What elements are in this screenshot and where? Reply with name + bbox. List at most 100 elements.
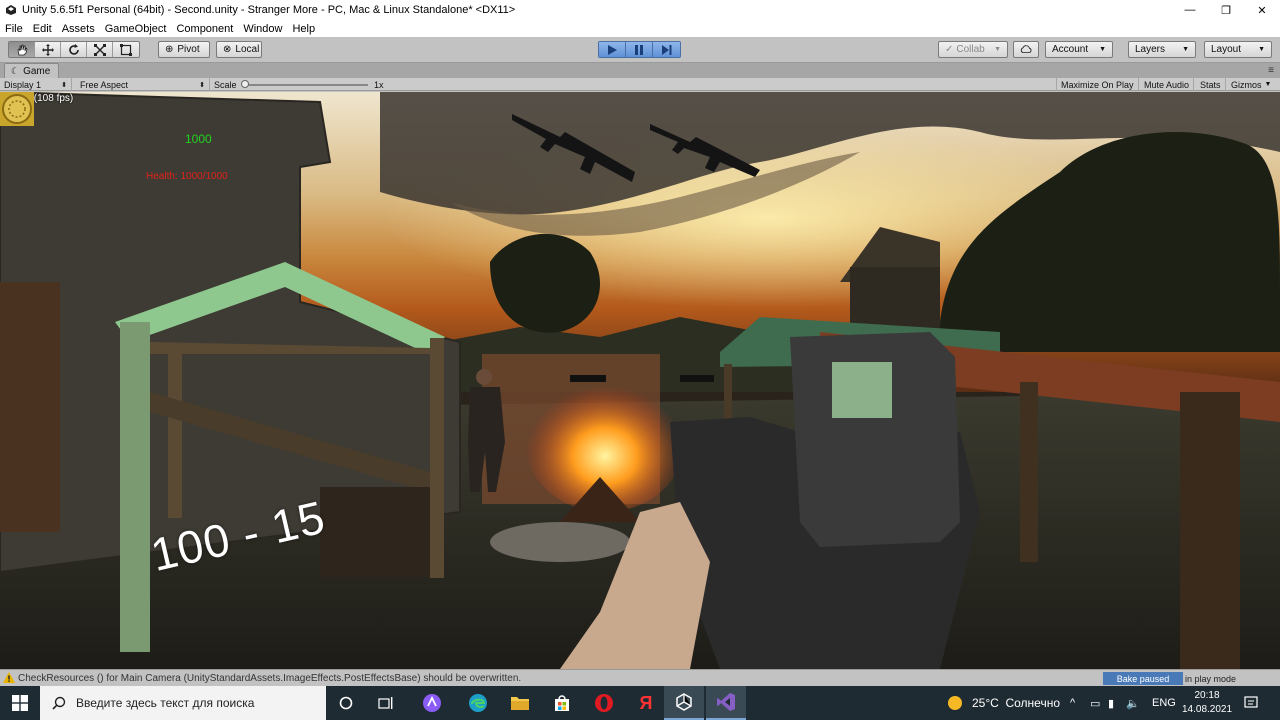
start-button[interactable] [0,686,40,720]
taskbar-app-opera[interactable] [584,686,624,720]
tray-volume[interactable]: 🔈 [1126,686,1140,720]
step-button[interactable] [653,42,680,57]
taskbar-clock[interactable]: 20:18 14.08.2021 [1182,689,1232,717]
left-stall-post [120,322,150,652]
tab-menu-icon[interactable]: ≡ [1268,65,1274,76]
taskbar-app-explorer[interactable] [500,686,540,720]
sun-icon [948,696,962,710]
console-status-bar[interactable]: CheckResources () for Main Camera (Unity… [0,669,1280,686]
clock-date: 14.08.2021 [1182,704,1233,715]
play-button[interactable] [599,42,626,57]
tray-battery[interactable]: ▮ [1108,686,1114,720]
task-view-button[interactable] [326,686,366,720]
scale-value: 1x [374,79,384,90]
gizmos-dropdown[interactable]: Gizmos ▼ [1227,78,1275,91]
gizmos-label: Gizmos [1231,79,1262,90]
pause-button[interactable] [626,42,653,57]
check-icon: ✓ [945,44,954,55]
transform-tools [8,41,140,58]
globe-icon: ⊗ [223,44,232,55]
move-icon [41,43,54,56]
cortana-icon [339,696,353,710]
stats-toggle[interactable]: Stats [1196,78,1226,91]
weather-widget[interactable]: 25°C Солнечно [946,686,1060,720]
bake-status-suffix: in play mode [1185,673,1237,684]
close-button[interactable]: ✕ [1244,0,1280,20]
layers-dropdown[interactable]: Layers ▼ [1128,41,1196,58]
speaker-icon: 🔈 [1126,697,1140,710]
task-view-icon-button[interactable] [366,686,406,720]
menu-gameobject[interactable]: GameObject [105,23,167,35]
folder-icon [511,697,529,710]
pivot-label: Pivot [177,44,200,55]
store-bag-icon [555,695,569,711]
mute-audio-toggle[interactable]: Mute Audio [1140,78,1195,91]
pivot-icon: ⊕ [165,44,174,55]
chevron-up-icon: ^ [1070,697,1076,709]
wooden-door [0,282,60,532]
local-toggle[interactable]: ⊗ Local [216,41,262,58]
menu-file[interactable]: File [5,23,23,35]
unity-logo-icon [6,5,16,15]
aim-marker-1 [570,375,606,382]
clock-time: 20:18 [1194,690,1220,701]
sight-glass [832,362,892,418]
chevron-down-icon: ▼ [1264,81,1272,88]
language-indicator[interactable]: ENG [1152,686,1176,720]
unity-icon [676,693,692,711]
task-view-icon [378,697,393,709]
taskbar-app-yandex[interactable]: Я [626,686,666,720]
taskbar-app-store[interactable] [542,686,582,720]
step-icon [661,44,671,55]
menu-window[interactable]: Window [243,23,282,35]
pivot-toggle[interactable]: ⊕ Pivot [158,41,210,58]
hand-tool-button[interactable] [9,42,35,57]
pause-icon [635,44,643,55]
taskbar-app-alice[interactable] [412,686,452,720]
game-viewport[interactable]: 9.3 ms (108 fps) 1000 Health: 1000/1000 … [0,92,1280,669]
collab-dropdown[interactable]: ✓ Collab ▼ [938,41,1008,58]
menu-edit[interactable]: Edit [33,23,52,35]
taskbar-app-edge[interactable] [458,686,498,720]
alice-assistant-icon [423,694,441,712]
search-placeholder: Введите здесь текст для поиска [76,696,255,710]
account-label: Account [1052,44,1089,55]
rotate-icon [68,43,79,55]
window-title: Unity 5.6.5f1 Personal (64bit) - Second.… [22,4,516,16]
account-dropdown[interactable]: Account ▼ [1045,41,1113,58]
scale-slider-handle[interactable] [241,80,249,88]
tab-game[interactable]: ☾ Game [4,63,60,78]
search-icon [52,696,66,710]
hand-icon [17,44,27,55]
local-label: Local [235,44,260,55]
scale-slider-track[interactable] [242,84,368,86]
notifications-button[interactable] [1244,686,1258,720]
taskbar-app-unity[interactable] [664,686,704,720]
aspect-dropdown[interactable]: Free Aspect ⬍ [76,78,210,91]
layout-dropdown[interactable]: Layout ▼ [1204,41,1272,58]
cloud-button[interactable] [1013,41,1039,58]
menu-bar: File Edit Assets GameObject Component Wi… [0,20,1280,37]
maximize-button[interactable]: ❐ [1208,0,1244,20]
taskbar-search[interactable]: Введите здесь текст для поиска [40,686,326,720]
rect-icon [120,43,132,56]
menu-component[interactable]: Component [176,23,233,35]
taskbar-app-visual-studio[interactable] [706,686,746,720]
display-dropdown[interactable]: Display 1 ⬍ [0,78,72,91]
menu-assets[interactable]: Assets [62,23,95,35]
maximize-on-play-toggle[interactable]: Maximize On Play [1056,78,1139,91]
updown-icon: ⬍ [199,81,205,89]
minimize-button[interactable]: — [1172,0,1208,20]
main-toolbar: ⊕ Pivot ⊗ Local ✓ Collab ▼ Account ▼ Layers ▼ … [0,37,1280,63]
tray-network[interactable]: ▭ [1090,686,1100,720]
scale-tool-button[interactable] [87,42,113,57]
menu-help[interactable]: Help [292,23,315,35]
bake-status: Bake paused [1103,672,1183,685]
rotate-tool-button[interactable] [61,42,87,57]
tray-overflow[interactable]: ^ [1070,686,1075,720]
chevron-down-icon: ▼ [1258,46,1265,53]
rect-tool-button[interactable] [113,42,139,57]
game-tab-label: Game [23,65,51,77]
chevron-down-icon: ▼ [1182,46,1189,53]
move-tool-button[interactable] [35,42,61,57]
